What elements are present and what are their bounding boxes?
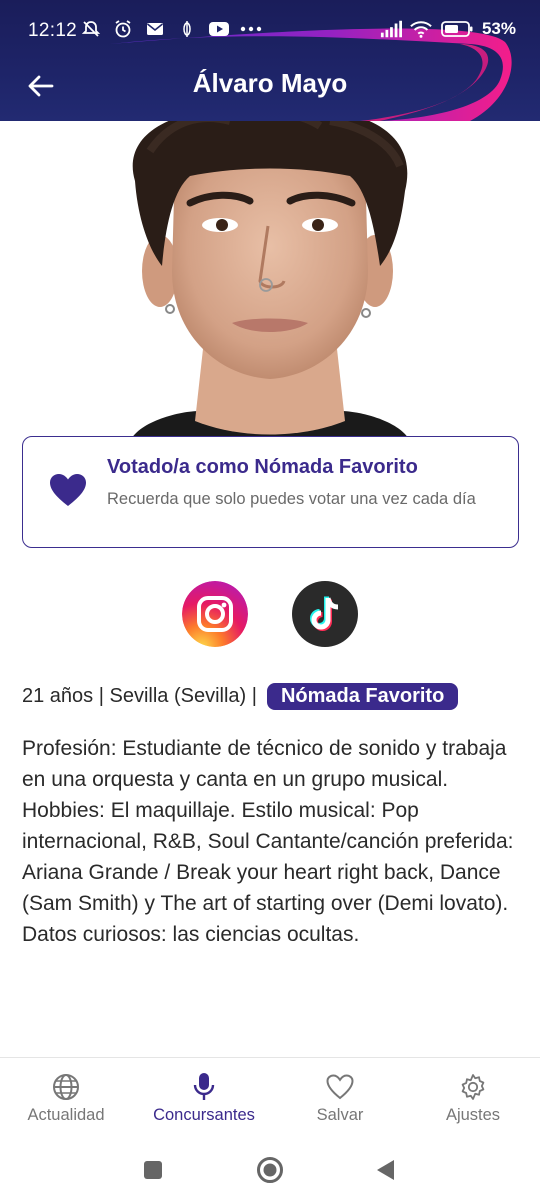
page-title: Álvaro Mayo: [192, 68, 348, 98]
triangle-back-icon: [377, 1160, 394, 1180]
tiktok-button[interactable]: [292, 581, 358, 647]
battery-percent: 53%: [481, 19, 516, 38]
wifi-icon: [410, 18, 432, 40]
mail-icon: [144, 18, 166, 40]
age-location-text: 21 años | Sevilla (Sevilla) |: [22, 684, 257, 707]
nav-item-ajustes[interactable]: Ajustes: [430, 1058, 516, 1140]
nav-item-salvar[interactable]: Salvar: [300, 1058, 380, 1140]
vote-card-title: Votado/a como Nómada Favorito: [107, 456, 418, 478]
home-button[interactable]: [255, 1155, 285, 1185]
status-time: 12:12: [28, 20, 78, 41]
bottom-navigation: Actualidad Concursantes Salvar Ajustes: [0, 1057, 540, 1139]
contestant-photo: [0, 121, 540, 441]
vpn-key-icon: [176, 18, 198, 40]
microphone-icon: [189, 1072, 219, 1102]
mute-bell-icon: [80, 18, 102, 40]
heart-outline-icon: [325, 1072, 355, 1102]
back-system-button[interactable]: [370, 1155, 400, 1185]
gear-icon: [458, 1072, 488, 1102]
signal-icon: [380, 18, 402, 40]
recents-button[interactable]: [138, 1155, 168, 1185]
tiktok-icon: [310, 596, 339, 631]
alarm-icon: [112, 18, 134, 40]
more-dots-icon: [240, 18, 262, 40]
heart-icon: [50, 474, 86, 506]
status-bar: 12:12 53%: [0, 0, 540, 60]
circle-icon: [257, 1157, 283, 1183]
app-bar: Álvaro Mayo: [0, 60, 540, 121]
globe-icon: [51, 1072, 81, 1102]
instagram-icon: [182, 581, 248, 647]
vote-status-card: Votado/a como Nómada Favorito Recuerda q…: [22, 436, 519, 548]
nav-label: Actualidad: [27, 1106, 105, 1124]
battery-icon: [440, 18, 474, 40]
vote-card-subtitle: Recuerda que solo puedes votar una vez c…: [107, 490, 476, 508]
contestant-description: Profesión: Estudiante de técnico de soni…: [22, 737, 514, 946]
contestant-info: 21 años | Sevilla (Sevilla) | Nómada Fav…: [22, 681, 459, 711]
nav-label: Ajustes: [445, 1106, 501, 1124]
nav-label: Salvar: [316, 1106, 364, 1124]
nav-item-actualidad[interactable]: Actualidad: [18, 1058, 114, 1140]
nav-item-concursantes[interactable]: Concursantes: [146, 1058, 262, 1140]
instagram-button[interactable]: [182, 581, 248, 647]
header: 12:12 53% Álvaro Mayo: [0, 0, 540, 121]
nav-label: Concursantes: [153, 1106, 255, 1124]
youtube-icon: [208, 18, 230, 40]
square-icon: [144, 1161, 162, 1179]
system-navigation-bar: [0, 1139, 540, 1200]
status-badge: Nómada Favorito: [266, 682, 459, 710]
